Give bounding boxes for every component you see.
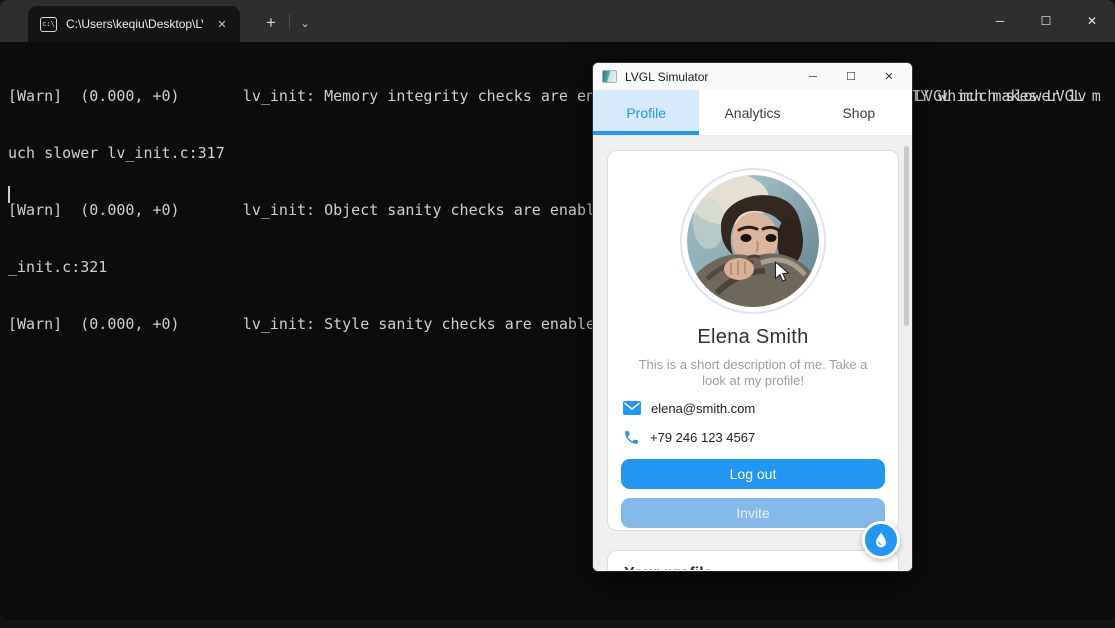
envelope-icon xyxy=(623,401,641,415)
terminal-output-area[interactable]: [Warn] (0.000, +0) lv_init: Memory integ… xyxy=(0,42,1115,620)
water-drop-icon xyxy=(874,532,888,548)
minimize-button[interactable]: ─ xyxy=(977,0,1023,42)
app-window-icon xyxy=(602,70,617,83)
log-line: _init.c:321 xyxy=(8,258,1101,277)
terminal-window-controls: ─ ☐ ✕ xyxy=(977,0,1115,42)
log-line: [Warn] (0.000, +0) lv_init: Style sanity… xyxy=(8,315,1101,334)
log-out-button[interactable]: Log out xyxy=(621,459,885,489)
log-line: uch slower lv_init.c:317 xyxy=(8,144,1101,163)
maximize-button[interactable]: ☐ xyxy=(1023,0,1069,42)
simulator-title: LVGL Simulator xyxy=(625,70,790,84)
terminal-window: c:\ C:\Users\keqiu\Desktop\LVGL_ ✕ + ⌄ ─… xyxy=(0,0,1115,620)
profile-description: This is a short description of me. Take … xyxy=(627,357,879,388)
terminal-text-cursor xyxy=(8,186,10,203)
profile-name: Elena Smith xyxy=(608,326,898,349)
tab-bar: Profile Analytics Shop xyxy=(593,90,912,136)
tab-analytics[interactable]: Analytics xyxy=(699,90,805,135)
phone-row: +79 246 123 4567 xyxy=(623,428,898,446)
terminal-tab-title: C:\Users\keqiu\Desktop\LVGL_ xyxy=(66,17,203,31)
profile-card: Elena Smith This is a short description … xyxy=(607,150,899,531)
your-profile-title: Your profile xyxy=(624,565,882,570)
profile-tab-content: Elena Smith This is a short description … xyxy=(593,136,912,570)
command-prompt-icon: c:\ xyxy=(40,17,57,32)
tab-profile[interactable]: Profile xyxy=(593,90,699,135)
email-row: elena@smith.com xyxy=(623,399,898,417)
invite-button[interactable]: Invite xyxy=(621,498,885,528)
log-line-fragment: LVGL much slower lv xyxy=(915,87,1087,106)
log-line: [Warn] (0.000, +0) lv_init: Object sanit… xyxy=(8,201,1101,220)
phone-handset-icon xyxy=(623,429,640,446)
profile-phone: +79 246 123 4567 xyxy=(650,430,755,445)
scrollbar-thumb[interactable] xyxy=(904,146,909,326)
tab-divider xyxy=(289,14,290,29)
tab-close-icon[interactable]: ✕ xyxy=(212,14,232,34)
mouse-cursor-arrow xyxy=(774,261,790,283)
your-profile-card: Your profile xyxy=(607,550,899,570)
minimize-button[interactable]: ─ xyxy=(798,63,828,90)
desktop-screen: c:\ C:\Users\keqiu\Desktop\LVGL_ ✕ + ⌄ ─… xyxy=(0,0,1115,628)
maximize-button[interactable]: ☐ xyxy=(836,63,866,90)
profile-email: elena@smith.com xyxy=(651,401,755,416)
terminal-titlebar[interactable]: c:\ C:\Users\keqiu\Desktop\LVGL_ ✕ + ⌄ ─… xyxy=(0,0,1115,42)
simulator-titlebar[interactable]: LVGL Simulator ─ ☐ ✕ xyxy=(593,63,912,90)
tab-dropdown-button[interactable]: ⌄ xyxy=(292,9,318,37)
close-button[interactable]: ✕ xyxy=(1069,0,1115,42)
avatar-photo xyxy=(687,175,819,307)
avatar xyxy=(680,168,826,314)
tab-shop[interactable]: Shop xyxy=(806,90,912,135)
new-tab-button[interactable]: + xyxy=(256,9,286,37)
close-button[interactable]: ✕ xyxy=(874,63,904,90)
terminal-tab[interactable]: c:\ C:\Users\keqiu\Desktop\LVGL_ ✕ xyxy=(28,6,240,42)
theme-water-drop-fab[interactable] xyxy=(862,521,900,559)
lvgl-simulator-window: LVGL Simulator ─ ☐ ✕ Profile Analytics S… xyxy=(593,63,912,571)
